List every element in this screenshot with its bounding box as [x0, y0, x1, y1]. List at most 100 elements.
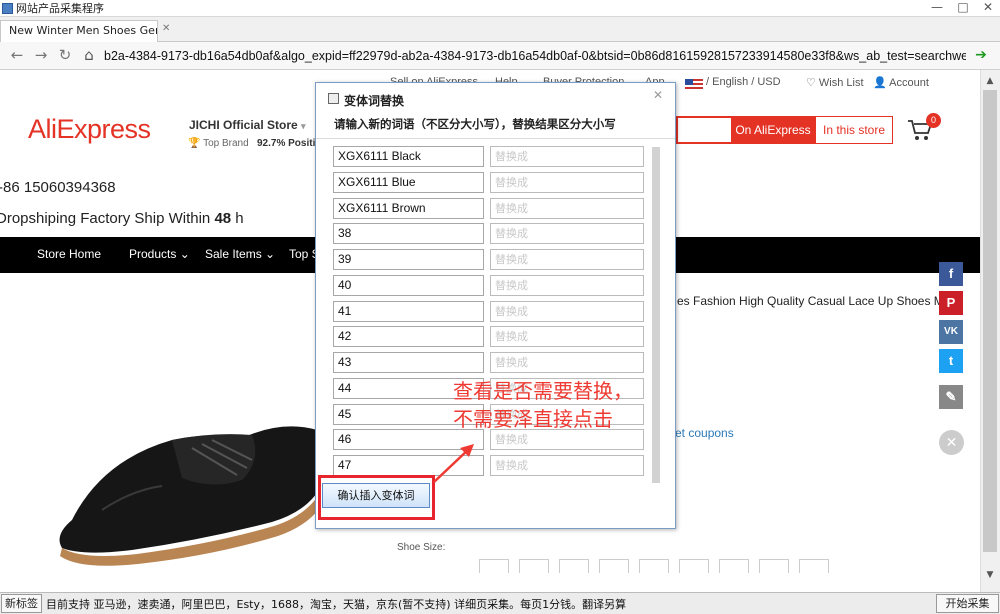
- address-bar[interactable]: b2a-4384-9173-db16a54db0af&algo_expid=ff…: [104, 47, 966, 65]
- dialog-close-icon[interactable]: ✕: [653, 88, 663, 102]
- annotation-highlight-box: [318, 475, 435, 520]
- size-option[interactable]: [799, 559, 829, 573]
- account-label: Account: [889, 77, 929, 89]
- brand-row: 🏆 Top Brand 92.7% Positive: [188, 138, 327, 149]
- replacement-input[interactable]: 替换成: [490, 275, 644, 296]
- variant-word-input[interactable]: XGX6111 Black: [333, 146, 484, 167]
- product-title: es Fashion High Quality Casual Lace Up S…: [677, 294, 958, 308]
- facebook-icon[interactable]: f: [939, 262, 963, 286]
- variant-word-input[interactable]: 43: [333, 352, 484, 373]
- edit-icon[interactable]: ✎: [939, 385, 963, 409]
- replacement-input[interactable]: 替换成: [490, 326, 644, 347]
- dialog-app-icon: [328, 93, 339, 104]
- variant-replace-dialog: 变体词替换 ✕ 请输入新的词语（不区分大小写），替换结果区分大小写 XGX611…: [315, 82, 676, 529]
- tab-bar: New Winter Men Shoes Genu...: [0, 17, 1000, 42]
- search-in-store-button[interactable]: In this store: [815, 116, 893, 144]
- dialog-scrollbar[interactable]: [652, 147, 660, 483]
- variant-word-input[interactable]: 40: [333, 275, 484, 296]
- home-icon[interactable]: ⌂: [80, 46, 98, 64]
- new-tab-button[interactable]: 新标签: [1, 594, 42, 613]
- forward-icon[interactable]: →: [32, 46, 50, 64]
- twitter-icon[interactable]: t: [939, 349, 963, 373]
- annotation-line-1: 查看是否需要替换，: [453, 379, 633, 403]
- replacement-input[interactable]: 替换成: [490, 146, 644, 167]
- variant-word-input[interactable]: 39: [333, 249, 484, 270]
- topnav-language[interactable]: / English / USD: [706, 76, 781, 88]
- wishlist-label: Wish List: [818, 77, 864, 89]
- tab-label: New Winter Men Shoes Genu...: [9, 24, 157, 37]
- navigation-bar: ← → ↻ ⌂ b2a-4384-9173-db16a54db0af&algo_…: [0, 42, 1000, 70]
- store-nav-sale[interactable]: Sale Items ⌄: [205, 247, 275, 261]
- annotation-arrow: [433, 444, 474, 483]
- search-input[interactable]: [676, 116, 731, 144]
- store-nav-products[interactable]: Products ⌄: [129, 247, 190, 261]
- chevron-down-icon: ⌄: [176, 247, 190, 261]
- size-option[interactable]: [759, 559, 789, 573]
- minimize-button[interactable]: —: [926, 0, 948, 16]
- vk-icon[interactable]: VK: [939, 320, 963, 344]
- status-text: 目前支持 亚马逊，速卖通，阿里巴巴，Esty，1688，淘宝，天猫，京东(暂不支…: [46, 598, 627, 611]
- tagline-suffix: h: [231, 210, 244, 227]
- scroll-up-icon[interactable]: ▲: [980, 76, 1000, 86]
- replacement-input[interactable]: 替换成: [490, 198, 644, 219]
- cart-count-badge: 0: [926, 113, 941, 128]
- annotation-line-2: 不需要泽直接点击: [453, 407, 613, 431]
- store-phone: -86 15060394368: [0, 179, 116, 196]
- product-shoe-image[interactable]: [42, 400, 332, 590]
- size-option[interactable]: [559, 559, 589, 573]
- size-option[interactable]: [679, 559, 709, 573]
- pinterest-icon[interactable]: P: [939, 291, 963, 315]
- status-bar: 新标签 目前支持 亚马逊，速卖通，阿里巴巴，Esty，1688，淘宝，天猫，京东…: [0, 592, 1000, 614]
- replacement-input[interactable]: 替换成: [490, 223, 644, 244]
- tab-close-icon[interactable]: ✕: [162, 23, 170, 34]
- scrollbar-thumb[interactable]: [983, 90, 997, 552]
- replacement-input[interactable]: 替换成: [490, 455, 644, 476]
- size-option[interactable]: [639, 559, 669, 573]
- us-flag-icon: [685, 79, 703, 90]
- replacement-input[interactable]: 替换成: [490, 172, 644, 193]
- tagline-prefix: Dropshiping Factory Ship Within: [0, 210, 215, 227]
- topnav-account[interactable]: 👤 Account: [873, 76, 929, 89]
- variant-word-input[interactable]: XGX6111 Brown: [333, 198, 484, 219]
- replacement-input[interactable]: 替换成: [490, 249, 644, 270]
- products-label: Products: [129, 247, 177, 261]
- go-arrow-icon[interactable]: ➔: [972, 46, 990, 64]
- close-window-button[interactable]: ✕: [977, 0, 999, 16]
- close-circle-icon[interactable]: ✕: [939, 430, 964, 455]
- size-option[interactable]: [519, 559, 549, 573]
- store-name[interactable]: JICHI Official Store ▾: [189, 118, 306, 132]
- aliexpress-logo[interactable]: AliExpress: [28, 114, 151, 145]
- size-option[interactable]: [599, 559, 629, 573]
- sale-label: Sale Items: [205, 247, 262, 261]
- store-tagline: Dropshiping Factory Ship Within 48 h: [0, 210, 244, 227]
- window-titlebar: 网站产品采集程序 — □ ✕: [0, 0, 1000, 17]
- browser-tab[interactable]: New Winter Men Shoes Genu...: [0, 20, 158, 42]
- shoe-size-label: Shoe Size:: [397, 542, 446, 553]
- back-icon[interactable]: ←: [8, 46, 26, 64]
- variant-word-input[interactable]: 38: [333, 223, 484, 244]
- search-aliexpress-button[interactable]: On AliExpress: [731, 116, 815, 144]
- replacement-input[interactable]: 替换成: [490, 301, 644, 322]
- start-collect-button[interactable]: 开始采集: [936, 594, 999, 613]
- store-name-text: JICHI Official Store: [189, 118, 298, 132]
- variant-word-input[interactable]: 41: [333, 301, 484, 322]
- chevron-down-icon: ⌄: [261, 247, 276, 261]
- size-option[interactable]: [479, 559, 509, 573]
- dialog-separator: [316, 138, 675, 139]
- scroll-down-icon[interactable]: ▼: [980, 570, 1000, 580]
- tagline-hours: 48: [214, 210, 232, 227]
- get-coupons-link[interactable]: et coupons: [675, 426, 734, 440]
- store-nav-home[interactable]: Store Home: [37, 247, 101, 261]
- variant-word-input[interactable]: XGX6111 Blue: [333, 172, 484, 193]
- dialog-instruction: 请输入新的词语（不区分大小写），替换结果区分大小写: [334, 117, 616, 131]
- variant-word-input[interactable]: 42: [333, 326, 484, 347]
- replacement-input[interactable]: 替换成: [490, 352, 644, 373]
- annotation-text: 查看是否需要替换， 不需要泽直接点击: [453, 377, 653, 433]
- size-option[interactable]: [719, 559, 749, 573]
- app-icon: [2, 3, 13, 14]
- window-title: 网站产品采集程序: [16, 2, 104, 15]
- refresh-icon[interactable]: ↻: [56, 46, 74, 64]
- topnav-wishlist[interactable]: ♡ Wish List: [806, 76, 864, 89]
- dialog-title: 变体词替换: [344, 94, 405, 108]
- maximize-button[interactable]: □: [952, 0, 974, 16]
